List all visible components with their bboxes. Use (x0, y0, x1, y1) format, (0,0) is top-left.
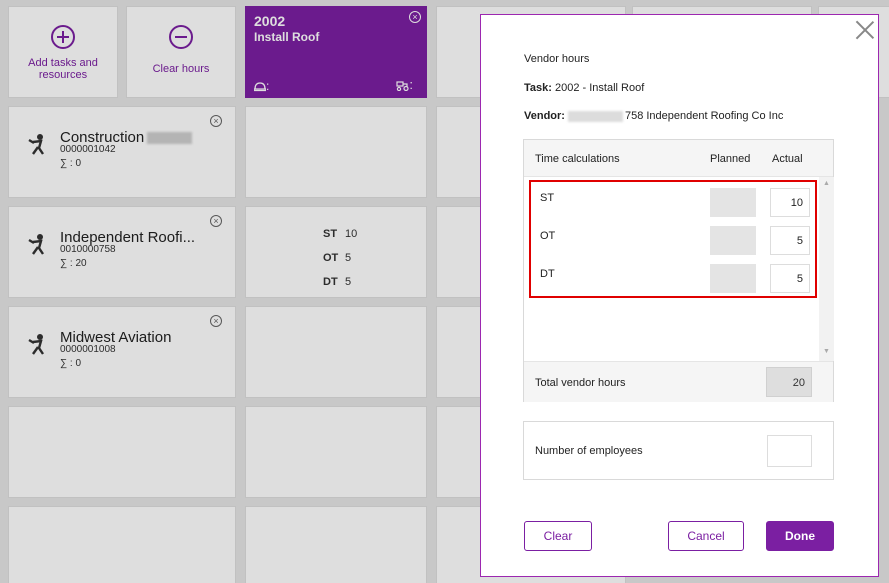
highlight-box (529, 180, 817, 298)
task-label: Task: (524, 82, 552, 94)
table-header: Time calculations Planned Actual (524, 140, 833, 177)
scrollbar[interactable]: ▲ ▼ (819, 177, 834, 361)
vendor-value: 758 Independent Roofing Co Inc (624, 110, 784, 122)
task-info: Task: 2002 - Install Roof (524, 82, 644, 94)
employees-label: Number of employees (535, 445, 643, 457)
clear-button[interactable]: Clear (524, 521, 592, 551)
col-actual: Actual (772, 153, 803, 165)
scroll-up-icon[interactable]: ▲ (823, 180, 830, 187)
vendor-info: Vendor: 758 Independent Roofing Co Inc (524, 110, 783, 122)
employees-input[interactable] (767, 435, 812, 467)
done-button[interactable]: Done (766, 521, 834, 551)
vendor-label: Vendor: (524, 110, 565, 122)
col-planned: Planned (710, 153, 751, 165)
total-label: Total vendor hours (535, 377, 626, 389)
total-row: Total vendor hours 20 (524, 361, 833, 402)
scroll-down-icon[interactable]: ▼ (823, 348, 830, 355)
cancel-button[interactable]: Cancel (668, 521, 744, 551)
vendor-hours-dialog: Vendor hours Task: 2002 - Install Roof V… (480, 14, 879, 577)
redacted-text (567, 110, 623, 122)
employees-section: Number of employees (523, 421, 834, 480)
task-value: 2002 - Install Roof (554, 82, 645, 94)
col-time-calculations: Time calculations (535, 153, 620, 165)
close-icon[interactable] (855, 20, 875, 40)
dialog-title: Vendor hours (524, 53, 590, 65)
total-value: 20 (766, 367, 812, 397)
